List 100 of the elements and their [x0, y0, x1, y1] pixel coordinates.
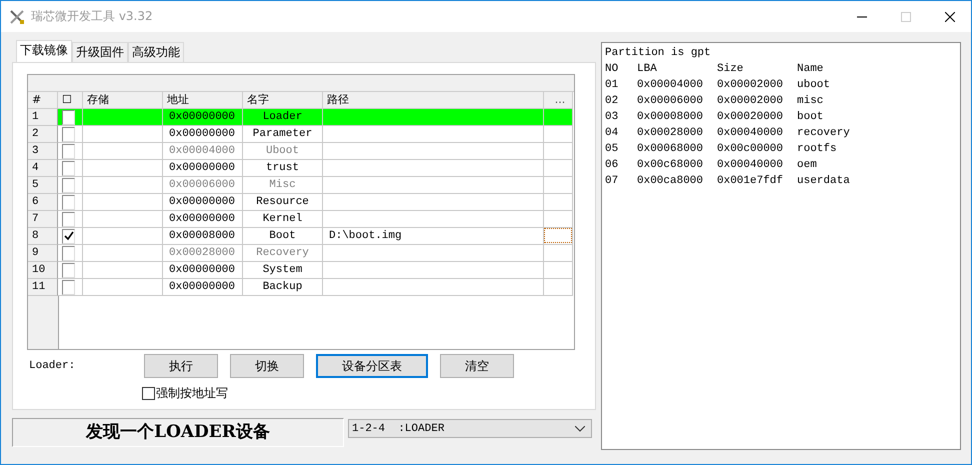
log-text: recovery	[797, 126, 851, 141]
table-cell: 0x00000000	[163, 109, 243, 126]
row-number: 5	[28, 177, 58, 194]
row-number: 4	[28, 160, 58, 177]
table-cell: 0x00000000	[163, 126, 243, 143]
table-cell[interactable]	[544, 279, 573, 296]
column-header[interactable]: ☐	[58, 92, 83, 109]
row-number: 2	[28, 126, 58, 143]
column-header[interactable]: ...	[544, 92, 573, 109]
log-text: 0x001e7fdf	[717, 174, 784, 189]
table-cell: Kernel	[243, 211, 323, 228]
log-text: 05	[605, 142, 620, 157]
log-text: 0x00068000	[637, 142, 704, 157]
row-number: 9	[28, 245, 58, 262]
table-cell: Recovery	[243, 245, 323, 262]
tab[interactable]: 高级功能	[128, 42, 184, 62]
log-text: rootfs	[797, 142, 838, 157]
column-header[interactable]: 名字	[243, 92, 323, 109]
checkbox[interactable]	[142, 387, 155, 400]
tab[interactable]: 下载镜像	[16, 40, 72, 62]
table-cell: Loader	[243, 109, 323, 126]
column-header[interactable]: 存储	[83, 92, 163, 109]
table-cell[interactable]	[544, 194, 573, 211]
table-cell: trust	[243, 160, 323, 177]
log-text: NO	[605, 62, 620, 77]
table-cell: 0x00028000	[163, 245, 243, 262]
log-text: 0x00006000	[637, 94, 704, 109]
log-text: 0x00004000	[637, 78, 704, 93]
log-text: 0x00020000	[717, 110, 784, 125]
checkbox[interactable]	[62, 160, 75, 176]
log-text: 0x00040000	[717, 126, 784, 141]
log-text: 06	[605, 158, 620, 173]
table-cell[interactable]	[544, 262, 573, 279]
log-line: Partition is gpt	[605, 46, 712, 61]
action-button[interactable]: 执行	[144, 354, 218, 378]
log-text: Size	[717, 62, 744, 77]
log-text: 01	[605, 78, 620, 93]
log-text: 0x00ca8000	[637, 174, 704, 189]
row-number: 7	[28, 211, 58, 228]
log-text: 04	[605, 126, 620, 141]
table-cell: Backup	[243, 279, 323, 296]
row-number: 8	[28, 228, 58, 245]
loader-label: Loader:	[28, 360, 76, 372]
table-cell: 0x00000000	[163, 262, 243, 279]
log-text: 0x00008000	[637, 110, 704, 125]
log-text: LBA	[637, 62, 658, 77]
action-button[interactable]: 设备分区表	[316, 354, 428, 378]
table-cell: Uboot	[243, 143, 323, 160]
table-cell[interactable]	[544, 126, 573, 143]
close-icon[interactable]	[945, 12, 955, 22]
table-cell[interactable]	[544, 109, 573, 126]
column-header[interactable]: #	[28, 92, 58, 109]
log-text: oem	[797, 158, 818, 173]
table-cell: 0x00000000	[163, 211, 243, 228]
log-text: boot	[797, 110, 824, 125]
checkbox[interactable]	[62, 126, 75, 142]
device-dropdown[interactable]: 1-2-4 :LOADER	[348, 419, 592, 438]
checkbox[interactable]	[62, 280, 75, 294]
chevron-down-icon	[575, 426, 585, 432]
table-cell[interactable]	[544, 211, 573, 228]
log-text: userdata	[797, 174, 851, 189]
log-text: 0x00028000	[637, 126, 704, 141]
checkbox[interactable]	[62, 228, 75, 244]
log-text: 0x00002000	[717, 78, 784, 93]
column-header[interactable]: 路径	[323, 92, 544, 109]
table-cell: 0x00000000	[163, 194, 243, 211]
checkbox[interactable]	[62, 110, 75, 124]
table-cell: D:\boot.img	[323, 228, 544, 245]
row-number: 6	[28, 194, 58, 211]
checkbox[interactable]	[62, 262, 75, 278]
action-button[interactable]: 切换	[230, 354, 304, 378]
table-cell: 0x00000000	[163, 160, 243, 177]
table-cell: Resource	[243, 194, 323, 211]
action-button[interactable]: 清空	[440, 354, 514, 378]
table-cell: 0x00006000	[163, 177, 243, 194]
row-number: 3	[28, 143, 58, 160]
tools-icon	[9, 8, 25, 24]
table-cell: Misc	[243, 177, 323, 194]
row-number: 10	[28, 262, 58, 279]
table-cell: 0x00008000	[163, 228, 243, 245]
table-cell: Parameter	[243, 126, 323, 143]
log-text: 07	[605, 174, 620, 189]
row-number: 1	[28, 109, 58, 126]
log-text: Name	[797, 62, 824, 77]
table-cell: Boot	[243, 228, 323, 245]
checkbox[interactable]	[62, 194, 75, 210]
table-cell: System	[243, 262, 323, 279]
log-text: 02	[605, 94, 620, 109]
log-text: 0x00002000	[717, 94, 784, 109]
checkbox-label[interactable]: 强制按地址写	[156, 385, 228, 402]
table-cell[interactable]	[544, 160, 573, 177]
row-number: 11	[28, 279, 58, 296]
log-text: misc	[797, 94, 824, 109]
tab[interactable]: 升级固件	[72, 42, 128, 62]
table-cell: 0x00004000	[163, 143, 243, 160]
log-text: 03	[605, 110, 620, 125]
log-text: 0x00c00000	[717, 142, 784, 157]
checkbox[interactable]	[62, 212, 75, 226]
table-cell: 0x00000000	[163, 279, 243, 296]
column-header[interactable]: 地址	[163, 92, 243, 109]
